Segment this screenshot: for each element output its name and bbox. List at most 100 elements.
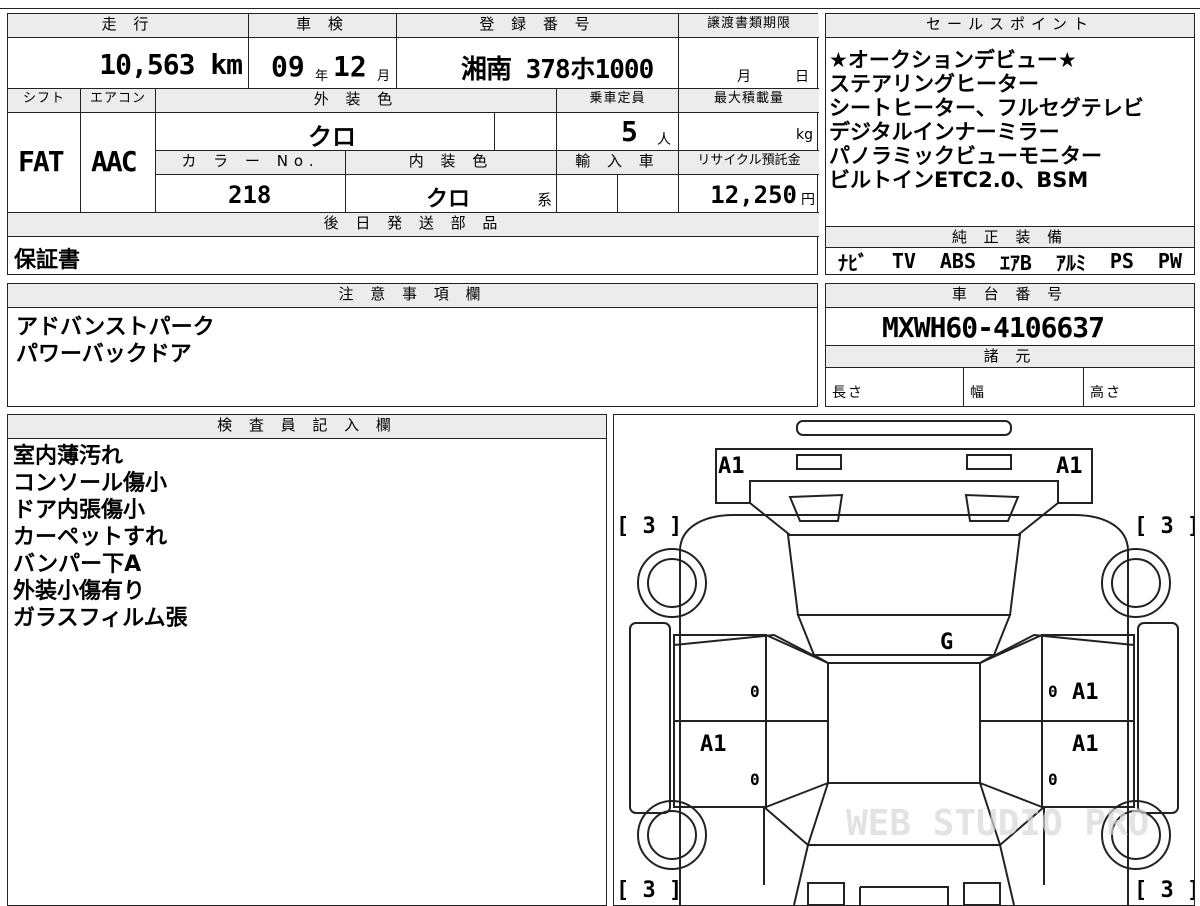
door-frame-right [979, 634, 1043, 808]
hood-outline [749, 502, 1059, 536]
mark-front-left: A1 [718, 454, 745, 479]
exterior-color-cell: クロ [156, 113, 495, 151]
equipment-item: ｴｱB [999, 250, 1032, 275]
mark-door-small-4: 0 [1048, 770, 1058, 789]
roof-front [796, 614, 1012, 656]
height-label: 高さ [1090, 385, 1122, 401]
max-load-cell: kg [679, 113, 819, 151]
mark-tire-front-left: [ 3 ] [616, 514, 682, 539]
watermark: WEB STUDIO PRO [846, 803, 1149, 844]
rear-deck [793, 844, 1015, 905]
sales-point-line: パノラミックビューモニター [829, 144, 1102, 168]
equipment-item: ABS [939, 249, 977, 273]
exterior-color-extra-cell [495, 113, 557, 151]
headlight-right [966, 454, 1012, 470]
rocker-right [1137, 622, 1179, 814]
shift-value: FAT [18, 145, 65, 178]
exterior-color-value: クロ [308, 123, 356, 151]
notes-header: 注 意 事 項 欄 [8, 284, 817, 308]
inspector-line: ドア内張傷小 [13, 498, 146, 523]
import-cell-a [557, 175, 618, 213]
inspector-line: 室内薄汚れ [13, 444, 124, 469]
front-bumper [715, 448, 1093, 504]
mark-door-small-3: 0 [750, 770, 760, 789]
sales-point-line: シートヒーター、フルセグテレビ [829, 96, 1144, 120]
door-frame-left [765, 634, 829, 808]
recycle-value: 12,250 [710, 181, 797, 209]
rear-bumper [859, 886, 949, 905]
mark-tire-front-right: [ 3 ] [1134, 514, 1194, 539]
interior-color-cell: クロ 系 [346, 175, 557, 213]
later-parts-value: 保証書 [14, 248, 81, 273]
width-cell: 幅 [964, 368, 1084, 406]
chassis-header: 車 台 番 号 [826, 284, 1194, 308]
equipment-item: TV [891, 249, 916, 273]
mark-front-right: A1 [1056, 454, 1083, 479]
mark-rear-door-left: A1 [700, 732, 727, 757]
note-line: パワーバックドア [16, 342, 192, 367]
mark-rear-door-right: A1 [1072, 732, 1099, 757]
registration-cell: 湘南 378ホ1000 [397, 38, 679, 89]
car-diagram: WEB STUDIO PRO A1 A1 G A1 A1 A1 0 0 0 0 … [616, 420, 1194, 905]
wiper-left [788, 493, 844, 522]
recycle-header: リサイクル預託金 [679, 151, 819, 175]
equipment-item: PS [1109, 249, 1134, 273]
interior-color-suffix: 系 [536, 191, 552, 209]
inspection-year: 09 [271, 50, 305, 83]
inspection-month: 12 [333, 50, 367, 83]
aircon-header: エアコン [81, 89, 156, 113]
interior-color-value: クロ [426, 187, 471, 212]
interior-color-header: 内 装 色 [346, 151, 557, 175]
mileage-cell: 10,563 km [8, 38, 249, 89]
sales-point-line: ステアリングヒーター [829, 72, 1039, 96]
inspector-line: バンパー下A [13, 552, 142, 577]
inspector-header: 検 査 員 記 入 欄 [8, 415, 606, 439]
exterior-color-header: 外 装 色 [156, 89, 557, 113]
a-pillar-right [979, 633, 1135, 664]
shift-cell: FAT [8, 113, 81, 213]
recycle-unit: 円 [801, 192, 815, 208]
max-load-unit: kg [796, 127, 813, 143]
rocker-left [629, 622, 671, 814]
inspector-line: カーペットすれ [13, 525, 168, 550]
wiper-right [964, 493, 1020, 522]
length-label: 長さ [832, 385, 864, 401]
shift-header: シフト [8, 89, 81, 113]
import-cell-b [618, 175, 679, 213]
mileage-value: 10,563 km [99, 48, 243, 81]
equipment-item: ｱﾙﾐ [1055, 250, 1086, 275]
inspection-year-unit: 年 [315, 69, 329, 84]
mark-door-small-1: 0 [750, 682, 760, 701]
inspector-line: ガラスフィルム張 [13, 606, 188, 631]
length-cell: 長さ [826, 368, 964, 406]
sales-points-list: ★オークションデビュー★ ステアリングヒーター シートヒーター、フルセグテレビ … [829, 48, 1193, 192]
equipment-header: 純 正 装 備 [826, 226, 1194, 248]
sales-point-line: ★オークションデビュー★ [829, 48, 1077, 72]
max-load-header: 最大積載量 [679, 89, 819, 113]
inspection-month-unit: 月 [377, 69, 391, 84]
transfer-docs-cell: 月 日 [679, 38, 819, 89]
sales-point-line: デジタルインナーミラー [829, 120, 1060, 144]
car-body [679, 514, 1129, 905]
aircon-cell: AAC [81, 113, 156, 213]
tail-light-left [807, 882, 845, 905]
inspector-line: コンソール傷小 [13, 471, 168, 496]
front-bumper-top [796, 420, 1012, 436]
chassis-box: 車 台 番 号 MXWH60-4106637 諸 元 長さ 幅 高さ [825, 283, 1195, 407]
transfer-docs-month: 月 [737, 69, 751, 85]
car-diagram-box: WEB STUDIO PRO A1 A1 G A1 A1 A1 0 0 0 0 … [613, 414, 1195, 906]
specs-header: 諸 元 [826, 346, 1194, 368]
inspector-box: 検 査 員 記 入 欄 室内薄汚れ コンソール傷小 ドア内張傷小 カーペットすれ… [7, 414, 607, 906]
roof [827, 662, 981, 784]
registration-value: 湘南 378ホ1000 [461, 55, 654, 85]
front-door-left [673, 634, 767, 722]
tail-light-right [963, 882, 1001, 905]
capacity-cell: 5 人 [557, 113, 679, 151]
color-no-value: 218 [228, 181, 272, 209]
capacity-value: 5 [621, 115, 638, 148]
chassis-value: MXWH60-4106637 [882, 311, 1105, 344]
vehicle-info-table: 走 行 車 検 登 録 番 号 譲渡書類期限 10,563 km 09 年 12… [7, 13, 819, 275]
import-header: 輸 入 車 [557, 151, 679, 175]
recycle-cell: 12,250 円 [679, 175, 819, 213]
chassis-cell: MXWH60-4106637 [826, 308, 1194, 346]
